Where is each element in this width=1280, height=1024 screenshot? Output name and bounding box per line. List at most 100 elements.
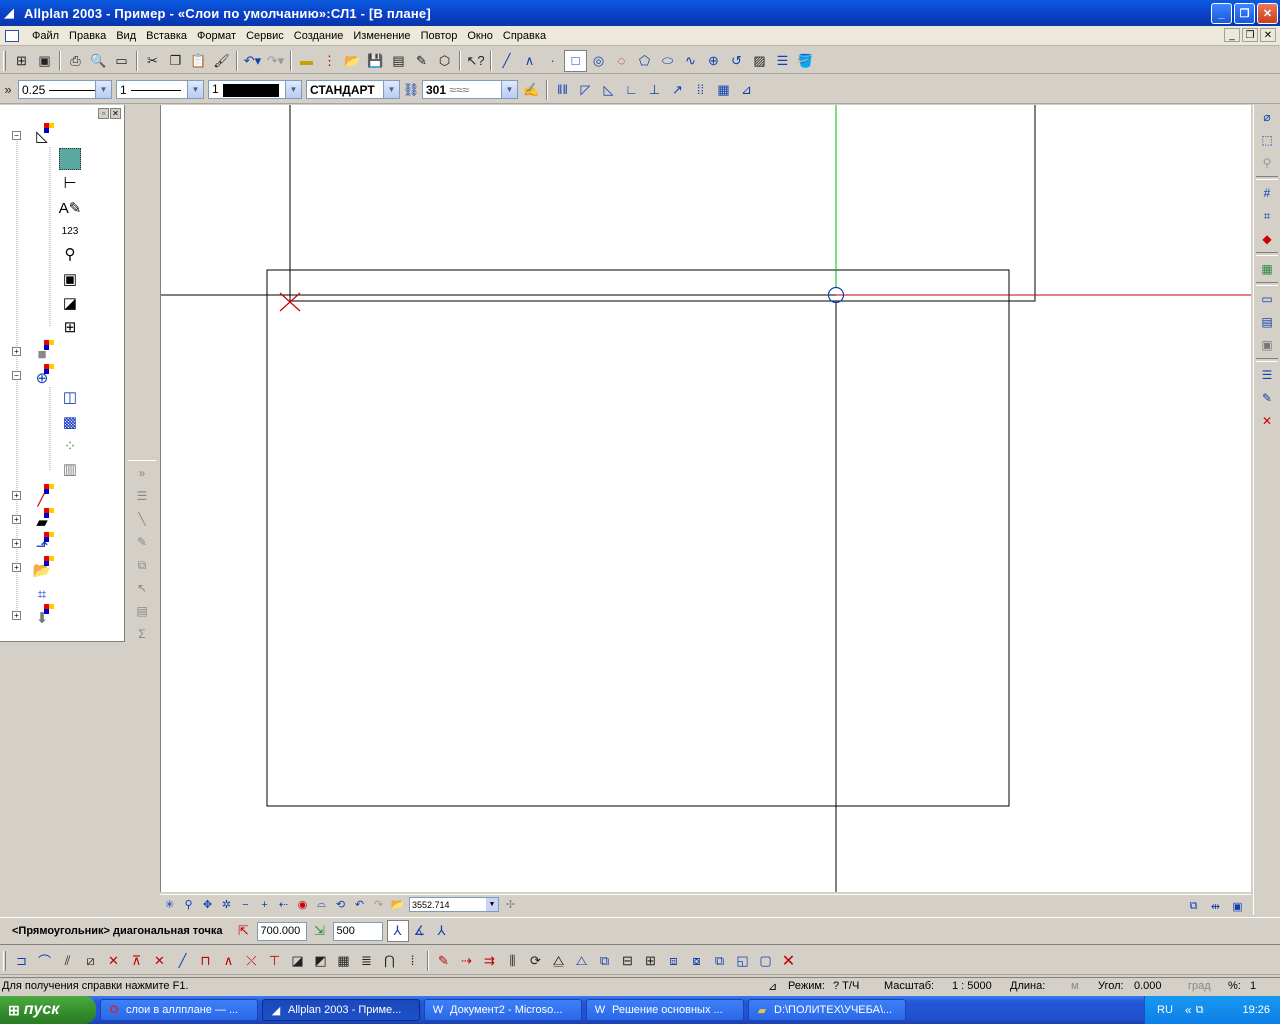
zoom-select[interactable]: 3552.714 ▼ [409, 897, 499, 912]
mdi-close-button[interactable]: ✕ [1260, 28, 1276, 42]
edit-list-icon[interactable]: ✎ [1256, 387, 1278, 409]
snap-icon[interactable]: ⌀ [1256, 106, 1278, 128]
raster-icon[interactable]: ▦ [712, 79, 735, 101]
rotate-icon[interactable]: ⟳ [524, 950, 547, 972]
magnet-icon[interactable]: ⋂ [378, 950, 401, 972]
text-module-icon[interactable] [59, 148, 81, 170]
diagonal-tool-icon[interactable]: ◪ [59, 292, 81, 314]
tree-expand-data[interactable]: + [12, 563, 21, 572]
window-layout-icon[interactable]: ⧉ [1184, 897, 1203, 915]
layer-select[interactable]: СТАНДАРТ ▼ [306, 80, 400, 99]
region-icon[interactable]: ◪ [286, 950, 309, 972]
redraw-icon[interactable]: ✳ [160, 896, 179, 914]
vertical-ruler-icon[interactable]: ⋮ [318, 50, 341, 72]
menu-modify[interactable]: Изменение [348, 30, 415, 42]
fillet-icon[interactable]: ◸ [574, 79, 597, 101]
mirror-icon[interactable]: ⧋ [547, 950, 570, 972]
menu-help[interactable]: Справка [498, 30, 551, 42]
grid-points-icon[interactable]: ⁞⁞ [689, 79, 712, 101]
dimension-icon[interactable]: ⊿ [735, 79, 758, 101]
hatch-select[interactable]: 301 ≈≈≈ ▼ [422, 80, 518, 99]
chamfer-icon[interactable]: ◺ [597, 79, 620, 101]
task-word-solution[interactable]: W Решение основных ... [586, 999, 744, 1021]
tray-arrow-icon[interactable]: « [1185, 1003, 1192, 1017]
delete-list-icon[interactable]: ✕ [1256, 410, 1278, 432]
menu-service[interactable]: Сервис [241, 30, 289, 42]
frame-module-icon[interactable]: ⌗ [31, 583, 53, 605]
save-drawing-icon[interactable]: 💾 [364, 50, 387, 72]
task-explorer-folder[interactable]: ▰ D:\ПОЛИТЕХ\УЧЕБА\... [748, 999, 906, 1021]
menu-create[interactable]: Создание [289, 30, 349, 42]
global-coordinates-icon[interactable]: ⅄ [431, 920, 453, 942]
extend-icon[interactable]: ⊐ [10, 950, 33, 972]
tree-collapse-draft[interactable]: − [12, 131, 21, 140]
redo-icon[interactable]: ↷▾ [264, 50, 287, 72]
angle-mode-icon[interactable]: ∡ [409, 920, 431, 942]
block-icon[interactable]: ▥ [59, 458, 81, 480]
zoom-window-icon[interactable]: ⬚ [1256, 129, 1278, 151]
menu-file[interactable]: Файл [27, 30, 64, 42]
split-icon[interactable]: ⇹ [1206, 897, 1225, 915]
area-icon[interactable]: ▩ [59, 411, 81, 433]
angle-icon[interactable]: ∟ [620, 79, 643, 101]
line-tool-icon[interactable]: ╱ [495, 50, 518, 72]
dy-input[interactable] [332, 921, 383, 941]
arc-tool-icon[interactable]: ◌ [610, 50, 633, 72]
menu-insert[interactable]: Вставка [141, 30, 192, 42]
grid-snap-icon[interactable]: ⌗ [1256, 205, 1278, 227]
3d-view-icon[interactable]: ⬡ [433, 50, 456, 72]
tree-expand-3d[interactable]: + [12, 347, 21, 356]
join-icon[interactable]: ⊓ [194, 950, 217, 972]
new-project-icon[interactable]: ⊞ [10, 50, 33, 72]
expand-toolbar-icon[interactable]: » [0, 79, 16, 101]
tree-expand-presentation[interactable]: + [12, 539, 21, 548]
text-tool-icon[interactable]: A✎ [59, 197, 82, 219]
menu-repeat[interactable]: Повтор [416, 30, 463, 42]
table-icon[interactable]: ▤ [131, 600, 153, 622]
menu-format[interactable]: Формат [192, 30, 241, 42]
menu-view[interactable]: Вид [111, 30, 141, 42]
list-icon[interactable]: ☰ [1256, 364, 1278, 386]
view-redo-icon[interactable]: ↷ [369, 896, 388, 914]
transform-icon[interactable]: ⧉ [131, 554, 153, 576]
color-select[interactable]: 1 ▼ [208, 80, 302, 99]
maximize-button[interactable]: ❐ [1234, 3, 1255, 24]
angle-unit[interactable]: град [1188, 980, 1211, 992]
tree-collapse-architecture[interactable]: − [12, 371, 21, 380]
fill-tool-icon[interactable]: 🪣 [794, 50, 817, 72]
distort-icon[interactable]: ⊞ [639, 950, 662, 972]
save-icon[interactable]: ▣ [33, 50, 56, 72]
export-icon[interactable]: ▤ [387, 50, 410, 72]
pattern-tool-icon[interactable]: ☰ [771, 50, 794, 72]
ungroup-icon[interactable]: ◱ [731, 950, 754, 972]
format-painter-icon[interactable]: 🖌 [210, 50, 233, 72]
tree-expand-reinforcement[interactable]: + [12, 515, 21, 524]
task-word-document2[interactable]: W Документ2 - Microso... [424, 999, 582, 1021]
grid-icon[interactable]: # [1256, 182, 1278, 204]
properties-pen-icon[interactable]: ✍ [520, 79, 543, 101]
menu-edit[interactable]: Правка [64, 30, 111, 42]
chevron-down-icon[interactable]: ▼ [383, 81, 399, 98]
document-icon[interactable] [5, 29, 19, 42]
pencil-modify-icon[interactable]: ✎ [432, 950, 455, 972]
copy-icon[interactable]: ❐ [164, 50, 187, 72]
mirror-copy-icon[interactable]: ⧍ [570, 950, 593, 972]
measure-icon[interactable]: ▬ [295, 50, 318, 72]
mdi-minimize-button[interactable]: _ [1224, 28, 1240, 42]
region-split-icon[interactable]: ◩ [309, 950, 332, 972]
arc-extend-icon[interactable]: ⌒ [33, 950, 56, 972]
tree-expand-engineering[interactable]: + [12, 491, 21, 500]
full-view-icon[interactable]: ▣ [1228, 897, 1247, 915]
close-button[interactable]: ✕ [1257, 3, 1278, 24]
lines-icon[interactable]: ☰ [131, 485, 153, 507]
tree-expand-import[interactable]: + [12, 611, 21, 620]
chevron-down-icon[interactable]: ▼ [501, 81, 517, 98]
cut-element-icon[interactable]: ⊤ [263, 950, 286, 972]
section-icon[interactable]: ⌓ [312, 896, 331, 914]
layout-folder-icon[interactable]: ▣ [59, 268, 81, 290]
move-icon[interactable]: ⇢ [455, 950, 478, 972]
chevron-down-icon[interactable]: ▼ [285, 81, 301, 98]
line-icon[interactable]: ╲ [131, 508, 153, 530]
polyline-tool-icon[interactable]: ∧ [518, 50, 541, 72]
pan-icon[interactable]: ✥ [198, 896, 217, 914]
